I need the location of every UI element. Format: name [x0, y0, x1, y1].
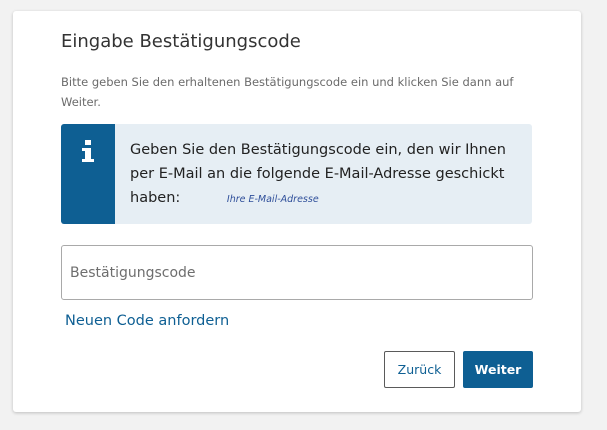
confirmation-code-input[interactable]: [61, 245, 533, 300]
next-button[interactable]: Weiter: [463, 351, 533, 388]
page-title: Eingabe Bestätigungscode: [61, 31, 301, 52]
info-message: Geben Sie den Bestätigungscode ein, den …: [130, 138, 525, 212]
info-message-box: Geben Sie den Bestätigungscode ein, den …: [61, 124, 532, 224]
info-icon: [82, 140, 94, 162]
instruction-text: Bitte geben Sie den erhaltenen Bestätigu…: [61, 75, 514, 109]
request-new-code-link[interactable]: Neuen Code anfordern: [65, 313, 229, 329]
email-address-placeholder: Ihre E-Mail-Adresse: [226, 194, 319, 205]
back-button[interactable]: Zurück: [384, 351, 455, 388]
info-bar: [61, 124, 115, 224]
confirmation-card: Eingabe Bestätigungscode Bitte geben Sie…: [13, 11, 581, 412]
